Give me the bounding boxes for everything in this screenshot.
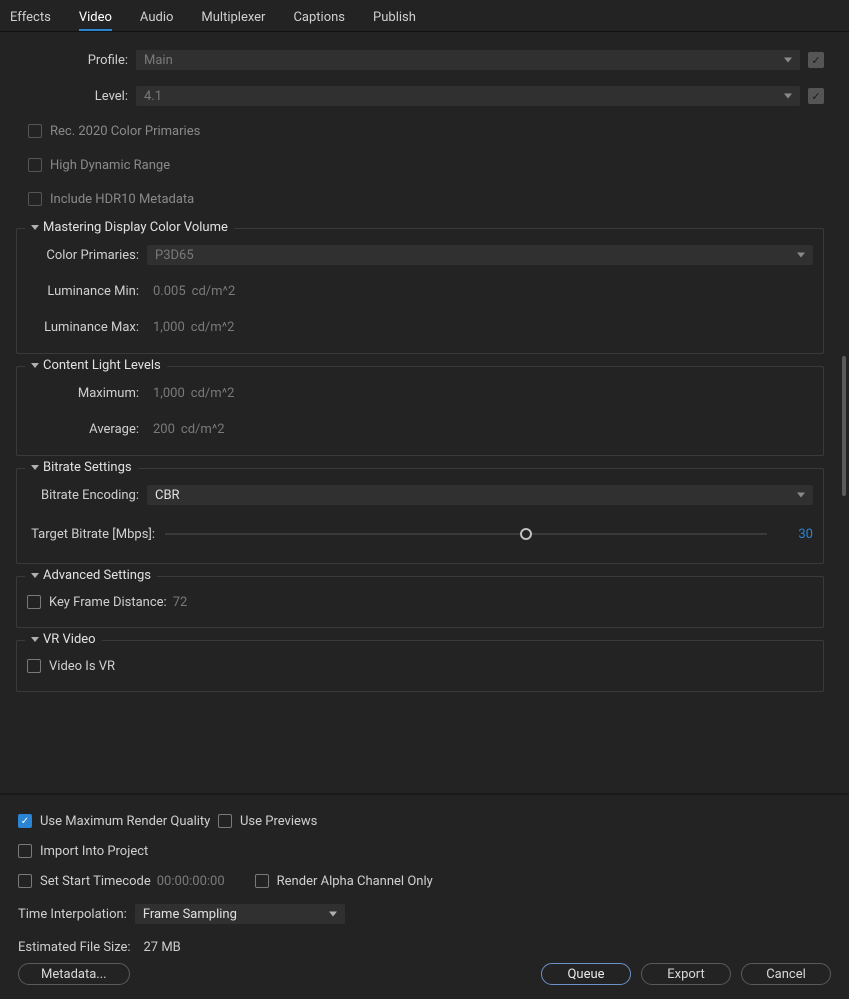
- mdcv-lmax-label: Luminance Max:: [27, 320, 147, 335]
- est-size-label: Estimated File Size:: [18, 940, 131, 955]
- chevron-down-icon: [31, 363, 39, 368]
- scrollbar-thumb[interactable]: [842, 356, 846, 496]
- tab-publish[interactable]: Publish: [373, 10, 416, 31]
- settings-scroll: Profile: Main ✓ Level: 4.1 ✓ Rec. 2020 C…: [0, 32, 840, 792]
- advanced-title: Advanced Settings: [43, 568, 151, 583]
- bitrate-encoding-label: Bitrate Encoding:: [27, 488, 147, 503]
- cancel-button[interactable]: Cancel: [741, 963, 831, 985]
- cll-avg-unit: cd/m^2: [175, 422, 225, 437]
- render-alpha-label: Render Alpha Channel Only: [277, 874, 433, 889]
- profile-select[interactable]: Main: [136, 50, 800, 70]
- tab-captions[interactable]: Captions: [293, 10, 345, 31]
- legend-mdcv[interactable]: Mastering Display Color Volume: [25, 220, 234, 235]
- chevron-down-icon: [31, 225, 39, 230]
- hdr10-checkbox[interactable]: [28, 192, 42, 206]
- queue-button[interactable]: Queue: [541, 963, 631, 985]
- separator: [0, 793, 849, 795]
- vr-checkbox[interactable]: [27, 659, 41, 673]
- est-size-value: 27 MB: [144, 940, 181, 955]
- tab-bar: Effects Video Audio Multiplexer Captions…: [0, 0, 849, 32]
- cll-max-label: Maximum:: [27, 386, 147, 401]
- bitrate-encoding-value: CBR: [155, 488, 180, 503]
- hdr-checkbox[interactable]: [28, 158, 42, 172]
- bitrate-title: Bitrate Settings: [43, 460, 132, 475]
- export-button[interactable]: Export: [641, 963, 731, 985]
- timecode-value[interactable]: 00:00:00:00: [151, 874, 255, 889]
- vr-label: Video Is VR: [49, 659, 115, 674]
- legend-cll[interactable]: Content Light Levels: [25, 358, 167, 373]
- import-project-checkbox[interactable]: [18, 844, 32, 858]
- profile-lock-checkbox[interactable]: ✓: [808, 52, 824, 68]
- fieldset-cll: Content Light Levels Maximum: 1,000 cd/m…: [16, 366, 824, 456]
- time-interp-select[interactable]: Frame Sampling: [135, 904, 345, 924]
- kfd-label: Key Frame Distance:: [49, 595, 167, 610]
- mdcv-primaries-value: P3D65: [155, 248, 194, 263]
- tab-effects[interactable]: Effects: [10, 10, 51, 31]
- level-select[interactable]: 4.1: [136, 86, 800, 106]
- action-buttons: Metadata... Queue Export Cancel: [0, 963, 849, 985]
- fieldset-advanced: Advanced Settings Key Frame Distance: 72: [16, 576, 824, 628]
- set-timecode-checkbox[interactable]: [18, 874, 32, 888]
- slider-thumb[interactable]: [520, 528, 532, 540]
- chevron-down-icon: [31, 637, 39, 642]
- cll-avg-value[interactable]: 200: [147, 422, 175, 437]
- level-label: Level:: [16, 89, 136, 104]
- kfd-checkbox[interactable]: [27, 595, 41, 609]
- set-timecode-label: Set Start Timecode: [40, 874, 151, 889]
- use-previews-label: Use Previews: [240, 814, 317, 829]
- vr-title: VR Video: [43, 632, 96, 647]
- mdcv-lmin-label: Luminance Min:: [27, 284, 147, 299]
- mdcv-lmin-unit: cd/m^2: [186, 284, 236, 299]
- cll-max-unit: cd/m^2: [185, 386, 235, 401]
- cll-title: Content Light Levels: [43, 358, 161, 373]
- mdcv-lmin-value[interactable]: 0.005: [147, 284, 186, 299]
- time-interp-value: Frame Sampling: [143, 907, 237, 922]
- chevron-down-icon: [31, 573, 39, 578]
- rec2020-label: Rec. 2020 Color Primaries: [50, 124, 200, 139]
- tab-audio[interactable]: Audio: [140, 10, 173, 31]
- mdcv-primaries-select[interactable]: P3D65: [147, 245, 813, 265]
- use-previews-checkbox[interactable]: [218, 814, 232, 828]
- legend-advanced[interactable]: Advanced Settings: [25, 568, 157, 583]
- cll-max-value[interactable]: 1,000: [147, 386, 185, 401]
- mdcv-title: Mastering Display Color Volume: [43, 220, 228, 235]
- time-interp-label: Time Interpolation:: [18, 907, 135, 922]
- fieldset-vr: VR Video Video Is VR: [16, 640, 824, 692]
- footer: ✓ Use Maximum Render Quality Use Preview…: [0, 800, 849, 975]
- cll-avg-label: Average:: [27, 422, 147, 437]
- target-bitrate-slider[interactable]: [165, 533, 767, 535]
- mdcv-primaries-label: Color Primaries:: [27, 248, 147, 263]
- rec2020-checkbox[interactable]: [28, 124, 42, 138]
- import-project-label: Import Into Project: [40, 844, 148, 859]
- profile-label: Profile:: [16, 53, 136, 68]
- metadata-button[interactable]: Metadata...: [18, 963, 130, 985]
- tab-multiplexer[interactable]: Multiplexer: [201, 10, 265, 31]
- bitrate-encoding-select[interactable]: CBR: [147, 485, 813, 505]
- render-alpha-checkbox[interactable]: [255, 874, 269, 888]
- level-value: 4.1: [144, 89, 162, 104]
- hdr-label: High Dynamic Range: [50, 158, 170, 173]
- tab-video[interactable]: Video: [79, 10, 112, 31]
- mdcv-lmax-value[interactable]: 1,000: [147, 320, 185, 335]
- hdr10-label: Include HDR10 Metadata: [50, 192, 194, 207]
- level-lock-checkbox[interactable]: ✓: [808, 88, 824, 104]
- chevron-down-icon: [31, 465, 39, 470]
- max-quality-checkbox[interactable]: ✓: [18, 814, 32, 828]
- target-bitrate-label: Target Bitrate [Mbps]:: [27, 527, 165, 542]
- legend-bitrate[interactable]: Bitrate Settings: [25, 460, 138, 475]
- kfd-value[interactable]: 72: [167, 595, 188, 610]
- profile-value: Main: [144, 53, 173, 68]
- scrollbar[interactable]: [842, 36, 846, 790]
- fieldset-mdcv: Mastering Display Color Volume Color Pri…: [16, 228, 824, 354]
- mdcv-lmax-unit: cd/m^2: [185, 320, 235, 335]
- max-quality-label: Use Maximum Render Quality: [40, 814, 210, 829]
- fieldset-bitrate: Bitrate Settings Bitrate Encoding: CBR T…: [16, 468, 824, 564]
- target-bitrate-value[interactable]: 30: [767, 527, 813, 542]
- legend-vr[interactable]: VR Video: [25, 632, 102, 647]
